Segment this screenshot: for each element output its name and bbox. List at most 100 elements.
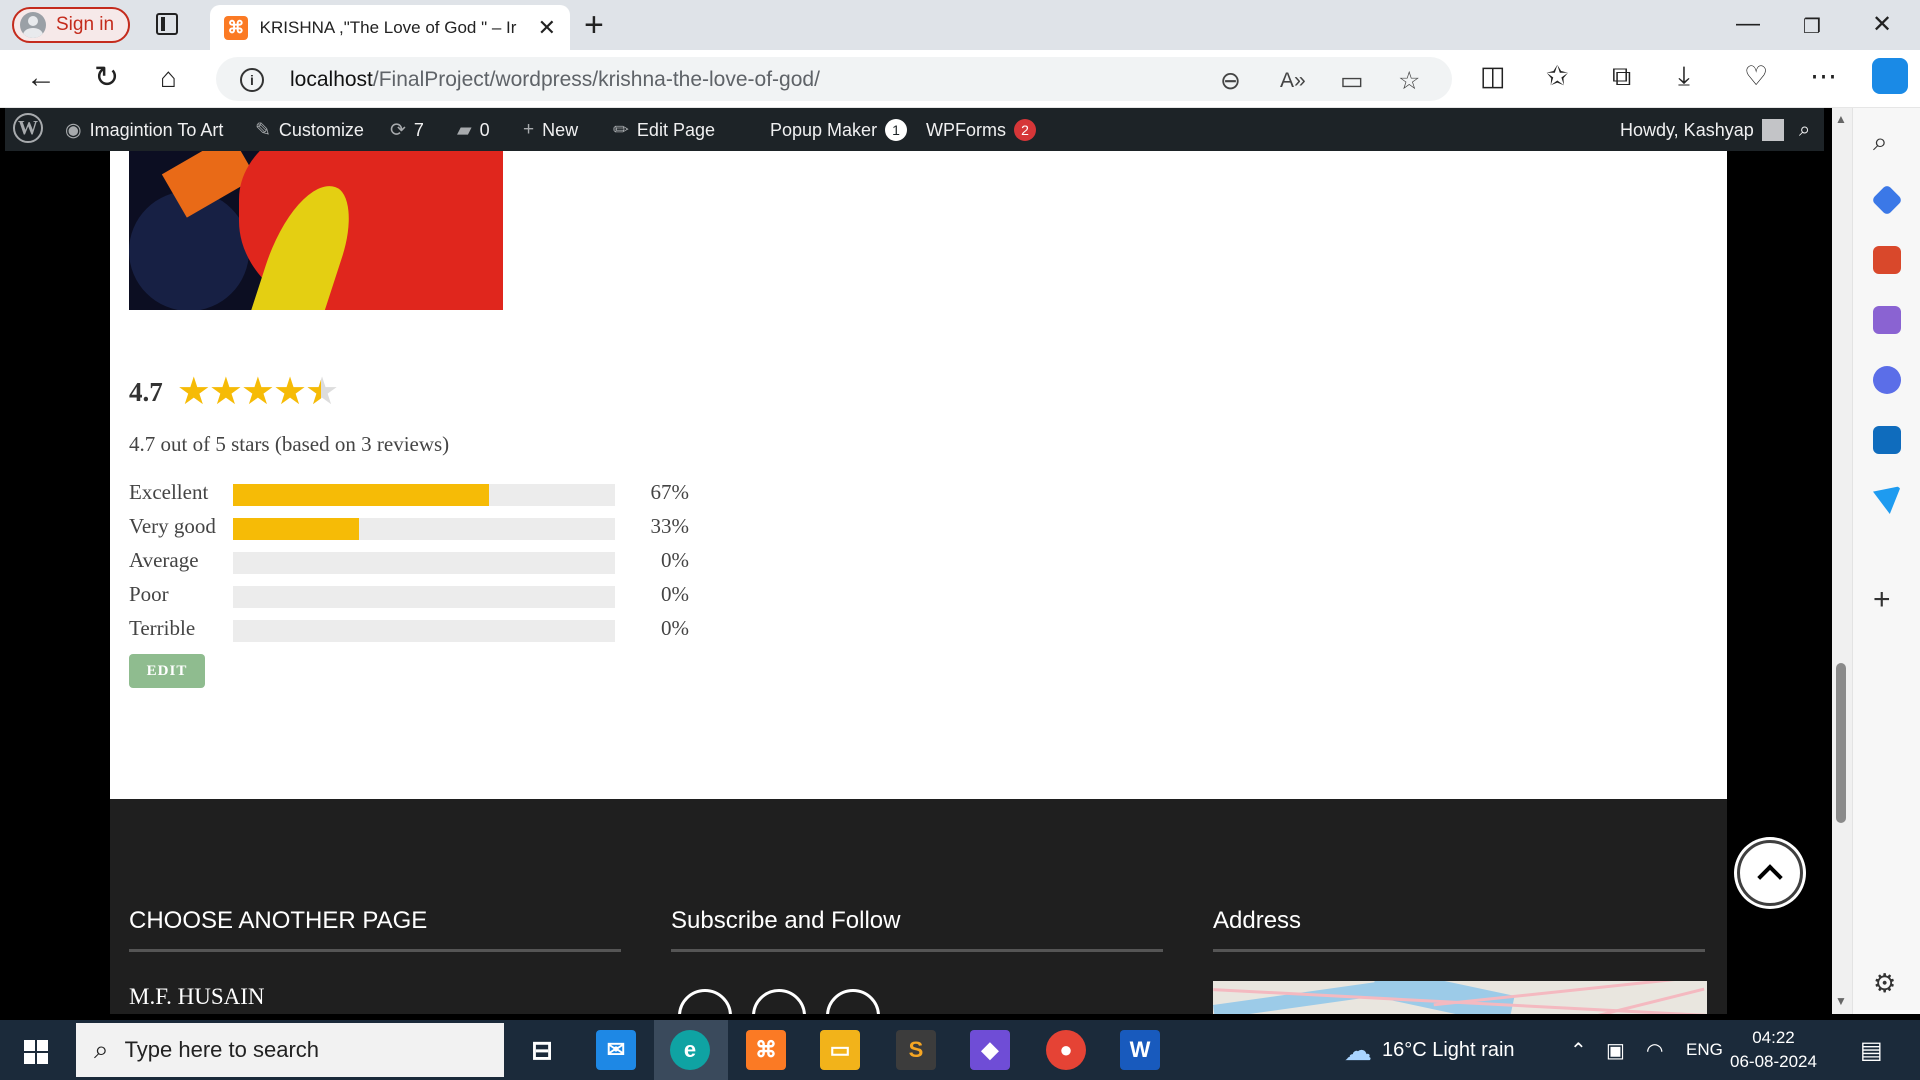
mail-app-icon[interactable]: ✉	[596, 1030, 636, 1070]
wp-logo-menu[interactable]: W	[13, 113, 43, 143]
read-aloud-icon[interactable]: A»	[1280, 69, 1306, 93]
wordpress-logo-icon: W	[13, 113, 43, 143]
footer-column-pages: CHOOSE ANOTHER PAGE	[129, 907, 621, 952]
wp-my-account[interactable]: Howdy, Kashyap	[1620, 119, 1784, 141]
sublime-text-icon[interactable]: S	[896, 1030, 936, 1070]
scroll-down-arrow-icon[interactable]: ▼	[1835, 994, 1847, 1008]
tab-title: KRISHNA ,"The Love of God " – Ir	[259, 17, 517, 37]
user-avatar	[1761, 119, 1784, 141]
close-window-icon[interactable]: ✕	[1872, 10, 1892, 39]
address-bar[interactable]: i localhost/FinalProject/wordpress/krish…	[216, 57, 1452, 101]
wp-edit-page[interactable]: ✏ Edit Page	[613, 119, 715, 142]
tab-actions-icon[interactable]	[156, 13, 178, 35]
browser-essentials-icon[interactable]: ♡	[1744, 61, 1768, 92]
taskbar-search-box[interactable]: ⌕ Type here to search	[76, 1023, 504, 1077]
instagram-icon[interactable]	[752, 989, 806, 1014]
page-scrollbar[interactable]: ▲ ▼	[1832, 108, 1852, 1014]
browser-tab[interactable]: ⌘ KRISHNA ,"The Love of God " – Ir ✕	[210, 5, 570, 50]
downloads-icon[interactable]: ⤓	[1678, 61, 1690, 93]
favorite-star-icon[interactable]: ☆	[1398, 66, 1420, 96]
distribution-bar-track	[233, 484, 615, 506]
file-explorer-icon[interactable]: ▭	[820, 1030, 860, 1070]
footer-heading: Subscribe and Follow	[671, 907, 1163, 952]
shopping-tag-icon[interactable]	[1871, 184, 1903, 216]
comment-icon: ▰	[457, 120, 472, 141]
footer-column-subscribe: Subscribe and Follow	[671, 907, 1163, 952]
games-icon[interactable]	[1873, 306, 1901, 334]
profile-sign-in-button[interactable]: Sign in	[12, 7, 130, 43]
rating-distribution: Excellent 67% Very good 33% Average 0% P…	[129, 480, 689, 650]
task-view-icon[interactable]: ⊟	[522, 1030, 562, 1070]
outlook-icon[interactable]	[1873, 426, 1901, 454]
browser-toolbar: ← ↻ ⌂ i localhost/FinalProject/wordpress…	[0, 50, 1920, 108]
scrollbar-thumb[interactable]	[1836, 663, 1846, 823]
url-text[interactable]: localhost/FinalProject/wordpress/krishna…	[290, 68, 820, 92]
show-hidden-icons-chevron-icon[interactable]: ⌃	[1570, 1020, 1587, 1080]
wifi-icon[interactable]: ◠	[1646, 1020, 1663, 1080]
taskbar-clock[interactable]: 04:22 06-08-2024	[1730, 1026, 1817, 1074]
profile-icon	[20, 12, 46, 38]
collections-icon[interactable]: ⧉	[1612, 61, 1631, 93]
language-indicator[interactable]: ENG	[1686, 1020, 1723, 1080]
zoom-out-icon[interactable]: ⊖	[1220, 66, 1241, 96]
site-footer: CHOOSE ANOTHER PAGE M.F. HUSAIN Subscrib…	[110, 799, 1727, 1014]
network-icon[interactable]: ▣	[1606, 1020, 1625, 1080]
minimize-icon[interactable]: —	[1736, 10, 1760, 38]
windows-start-icon[interactable]	[24, 1040, 48, 1064]
telegram-send-icon[interactable]	[1873, 486, 1901, 514]
close-tab-icon[interactable]: ✕	[538, 15, 556, 41]
updates-icon: ⟳	[390, 120, 406, 141]
new-tab-button[interactable]: +	[584, 8, 604, 42]
site-info-icon[interactable]: i	[240, 68, 264, 92]
copilot-icon[interactable]	[1872, 58, 1908, 94]
wp-new-content[interactable]: + New	[523, 119, 578, 141]
windows-taskbar: ⌕ Type here to search ⊟ ✉ e ⌘ ▭ S ◆ ● W …	[0, 1020, 1920, 1080]
scroll-to-top-button[interactable]	[1737, 840, 1803, 906]
clock-date: 06-08-2024	[1730, 1052, 1817, 1071]
footer-column-address: Address	[1213, 907, 1705, 952]
youtube-icon[interactable]	[678, 989, 732, 1014]
immersive-reader-icon[interactable]: ▭	[1340, 66, 1364, 96]
tools-briefcase-icon[interactable]	[1873, 246, 1901, 274]
split-screen-icon[interactable]: ◫	[1480, 61, 1506, 92]
clock-time: 04:22	[1752, 1028, 1795, 1047]
add-sidebar-app-icon[interactable]: +	[1873, 583, 1891, 617]
sidebar-settings-gear-icon[interactable]: ⚙	[1873, 968, 1896, 999]
home-icon[interactable]: ⌂	[160, 62, 177, 94]
wp-popup-maker[interactable]: Popup Maker 1	[770, 119, 908, 141]
microsoft-365-icon[interactable]	[1873, 366, 1901, 394]
word-app-icon[interactable]: W	[1120, 1030, 1160, 1070]
scroll-up-arrow-icon[interactable]: ▲	[1835, 112, 1847, 126]
rating-header: 4.7 ★★★★★	[129, 373, 339, 411]
weather-widget[interactable]: ☁ 16°C Light rain	[1344, 1020, 1515, 1080]
star-rating-icon: ★★★★★	[177, 373, 339, 411]
distribution-bar-track	[233, 620, 615, 642]
notifications-icon[interactable]: ▤	[1860, 1020, 1883, 1080]
back-icon[interactable]: ←	[26, 62, 56, 94]
taskbar-search-placeholder: Type here to search	[124, 1037, 320, 1062]
wp-site-name[interactable]: ◉ Imagintion To Art	[65, 119, 223, 142]
xampp-app-icon[interactable]: ⌘	[746, 1030, 786, 1070]
address-map[interactable]	[1213, 981, 1707, 1014]
chrome-app-icon[interactable]: ●	[1046, 1030, 1086, 1070]
restore-icon[interactable]: ❐	[1803, 14, 1821, 39]
refresh-icon[interactable]: ↻	[94, 62, 119, 94]
rating-summary: 4.7 out of 5 stars (based on 3 reviews)	[129, 432, 450, 456]
wp-comments[interactable]: ▰ 0	[457, 119, 490, 142]
xampp-favicon-icon: ⌘	[224, 15, 248, 40]
edit-rating-button[interactable]: EDIT	[129, 654, 205, 688]
distribution-bar-fill	[233, 518, 360, 540]
edge-app-icon[interactable]: e	[670, 1030, 710, 1070]
footer-link-mf-husain[interactable]: M.F. HUSAIN	[129, 984, 265, 1010]
wp-search-icon[interactable]: ⌕	[1799, 119, 1810, 142]
pencil-icon: ✏	[613, 120, 629, 141]
more-menu-icon[interactable]: ⋯	[1810, 61, 1837, 92]
visual-studio-icon[interactable]: ◆	[970, 1030, 1010, 1070]
favorites-icon[interactable]: ✩	[1546, 61, 1569, 92]
facebook-icon[interactable]	[826, 989, 880, 1014]
wp-updates[interactable]: ⟳ 7	[390, 119, 424, 142]
plus-icon: +	[523, 119, 535, 140]
wp-wpforms[interactable]: WPForms 2	[926, 119, 1036, 141]
sidebar-search-icon[interactable]: ⌕	[1873, 126, 1888, 158]
wp-customize[interactable]: ✎ Customize	[255, 119, 364, 142]
